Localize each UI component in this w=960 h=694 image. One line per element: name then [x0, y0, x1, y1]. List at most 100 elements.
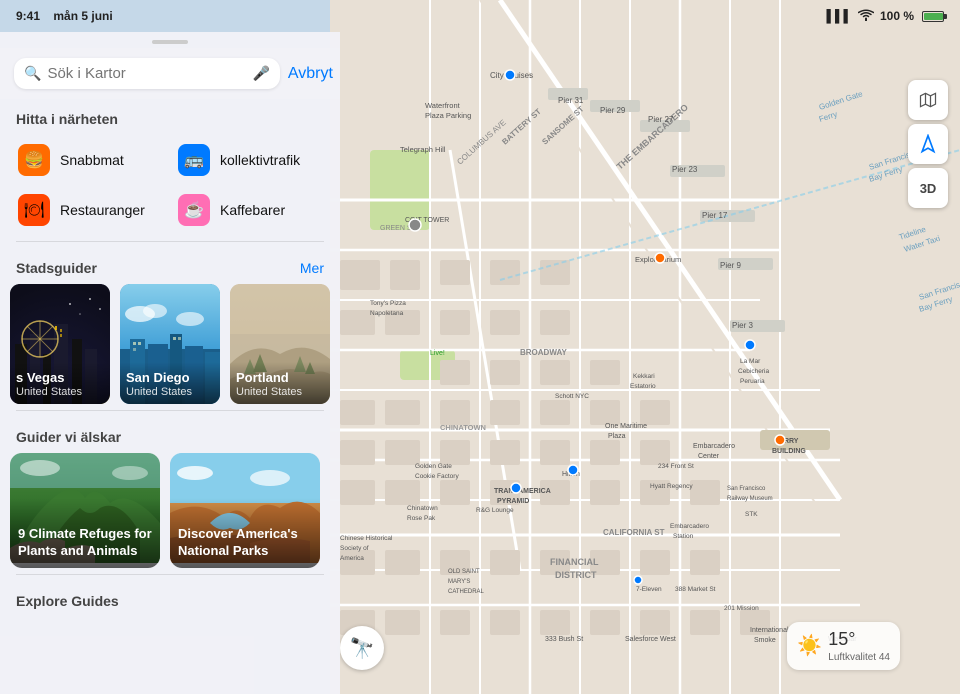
sidebar-panel: 🔍 🎤 Avbryt Hitta i närheten 🍔 Snabbmat 🚌… [0, 32, 340, 694]
svg-text:201 Mission: 201 Mission [724, 605, 759, 612]
svg-text:Kekkari: Kekkari [633, 373, 655, 380]
svg-text:Pier 3: Pier 3 [732, 321, 753, 330]
love-card-parks-title: Discover America's National Parks [178, 526, 312, 560]
svg-text:R&G Lounge: R&G Lounge [476, 507, 514, 514]
nearby-item-restauranger[interactable]: 🍽 Restauranger [10, 185, 170, 235]
svg-text:STK: STK [745, 511, 758, 518]
svg-text:DISTRICT: DISTRICT [555, 570, 597, 580]
kollektiv-label: kollektivtrafik [220, 152, 300, 168]
kollektiv-icon: 🚌 [178, 144, 210, 176]
weather-info: 15° Luftkvalitet 44 [828, 628, 890, 664]
love-card-climate-overlay: 9 Climate Refuges for Plants and Animals [10, 498, 160, 568]
status-date: mån 5 juni [53, 9, 112, 23]
svg-text:234 Front St: 234 Front St [658, 463, 694, 470]
kaffebar-label: Kaffebarer [220, 202, 285, 218]
battery-percent: 100 % [880, 9, 914, 23]
svg-text:Railway Museum: Railway Museum [727, 496, 773, 502]
love-card-parks-overlay: Discover America's National Parks [170, 498, 320, 568]
love-card-national-parks[interactable]: Discover America's National Parks [170, 453, 320, 568]
svg-text:388 Market St: 388 Market St [675, 586, 716, 593]
city-guides-row: s Vegas United States [0, 284, 340, 404]
svg-text:Embarcadero: Embarcadero [693, 443, 735, 450]
svg-text:San Francisco: San Francisco [727, 486, 766, 492]
nearby-item-snabbmat[interactable]: 🍔 Snabbmat [10, 135, 170, 185]
cancel-button[interactable]: Avbryt [288, 65, 333, 83]
map-controls: 3D [908, 80, 948, 208]
battery-icon [922, 11, 944, 22]
svg-text:MARY'S: MARY'S [448, 579, 470, 585]
svg-text:Peruaria: Peruaria [740, 378, 765, 385]
binoculars-button[interactable]: 🔭 [340, 626, 384, 670]
divider-3 [16, 574, 324, 575]
guide-card-vegas[interactable]: s Vegas United States [10, 284, 110, 404]
svg-text:Center: Center [698, 453, 720, 460]
svg-text:OLD SAINT: OLD SAINT [448, 569, 480, 575]
svg-text:CATHEDRAL: CATHEDRAL [448, 589, 485, 595]
guide-card-vegas-city: s Vegas [16, 370, 104, 386]
svg-text:BROADWAY: BROADWAY [520, 348, 567, 357]
snabbmat-label: Snabbmat [60, 152, 124, 168]
svg-text:Schott NYC: Schott NYC [555, 393, 589, 400]
svg-text:Hyatt Regency: Hyatt Regency [650, 483, 693, 490]
sidebar-scroll[interactable]: Hitta i närheten 🍔 Snabbmat 🚌 kollektivt… [0, 99, 340, 694]
guide-card-vegas-country: United States [16, 386, 104, 398]
nearby-item-kollektiv[interactable]: 🚌 kollektivtrafik [170, 135, 330, 185]
divider-2 [16, 410, 324, 411]
svg-text:Station: Station [673, 533, 694, 540]
threed-button[interactable]: 3D [908, 168, 948, 208]
weather-detail: Luftkvalitet 44 [828, 651, 890, 664]
svg-text:FINANCIAL: FINANCIAL [550, 557, 599, 567]
svg-text:CHINATOWN: CHINATOWN [440, 423, 486, 432]
search-input[interactable] [47, 65, 246, 82]
city-guides-more[interactable]: Mer [300, 260, 324, 276]
nearby-item-kaffebar[interactable]: ☕ Kaffebarer [170, 185, 330, 235]
svg-text:Cebicheria: Cebicheria [738, 368, 769, 375]
svg-text:CALIFORNIA ST: CALIFORNIA ST [603, 528, 665, 537]
svg-text:Pier 9: Pier 9 [720, 261, 741, 270]
search-bar: 🔍 🎤 Avbryt [0, 48, 340, 99]
guide-card-portland-overlay: Portland United States [230, 362, 330, 404]
microphone-icon[interactable]: 🎤 [252, 65, 269, 82]
svg-text:Cookie Factory: Cookie Factory [415, 473, 459, 480]
guide-card-portland[interactable]: Portland United States [230, 284, 330, 404]
weather-widget: ☀️ 15° Luftkvalitet 44 [787, 622, 900, 670]
svg-text:Pier 27: Pier 27 [648, 115, 674, 124]
snabbmat-icon: 🍔 [18, 144, 50, 176]
love-guides-row: 9 Climate Refuges for Plants and Animals [0, 453, 340, 568]
weather-icon: ☀️ [797, 633, 822, 658]
guide-card-sandiego[interactable]: San Diego United States [120, 284, 220, 404]
svg-text:America: America [340, 555, 364, 562]
svg-text:Pier 31: Pier 31 [558, 96, 584, 105]
search-icon: 🔍 [24, 65, 41, 82]
restaurang-label: Restauranger [60, 202, 145, 218]
svg-text:Rose Pak: Rose Pak [407, 515, 436, 522]
restaurang-icon: 🍽 [18, 194, 50, 226]
svg-text:Pier 23: Pier 23 [672, 165, 698, 174]
guide-card-portland-city: Portland [236, 370, 324, 386]
svg-text:7-Eleven: 7-Eleven [636, 586, 662, 593]
wifi-icon [858, 9, 874, 24]
svg-text:Estatorio: Estatorio [630, 383, 656, 390]
svg-text:PYRAMID: PYRAMID [497, 498, 529, 505]
guide-card-sandiego-overlay: San Diego United States [120, 362, 220, 404]
svg-text:BUILDING: BUILDING [772, 448, 806, 455]
love-card-climate[interactable]: 9 Climate Refuges for Plants and Animals [10, 453, 160, 568]
svg-text:Golden Gate: Golden Gate [415, 463, 452, 470]
search-input-wrapper[interactable]: 🔍 🎤 [14, 58, 280, 89]
explore-guides-label: Explore Guides [0, 581, 340, 617]
svg-text:Plaza: Plaza [608, 433, 626, 440]
status-time: 9:41 [16, 9, 40, 23]
svg-text:Pier 17: Pier 17 [702, 211, 728, 220]
svg-text:Chinese Historical: Chinese Historical [340, 535, 393, 542]
svg-text:Embarcadero: Embarcadero [670, 523, 709, 530]
location-button[interactable] [908, 124, 948, 164]
svg-text:Tony's Pizza: Tony's Pizza [370, 300, 406, 307]
guide-card-vegas-overlay: s Vegas United States [10, 362, 110, 404]
svg-text:Society of: Society of [340, 545, 369, 552]
map-type-button[interactable] [908, 80, 948, 120]
weather-temperature: 15° [828, 628, 890, 651]
svg-text:TRANSAMERICA: TRANSAMERICA [494, 488, 551, 495]
guide-card-portland-country: United States [236, 386, 324, 398]
svg-text:One Maritime: One Maritime [605, 423, 647, 430]
svg-text:La Mar: La Mar [740, 358, 761, 365]
